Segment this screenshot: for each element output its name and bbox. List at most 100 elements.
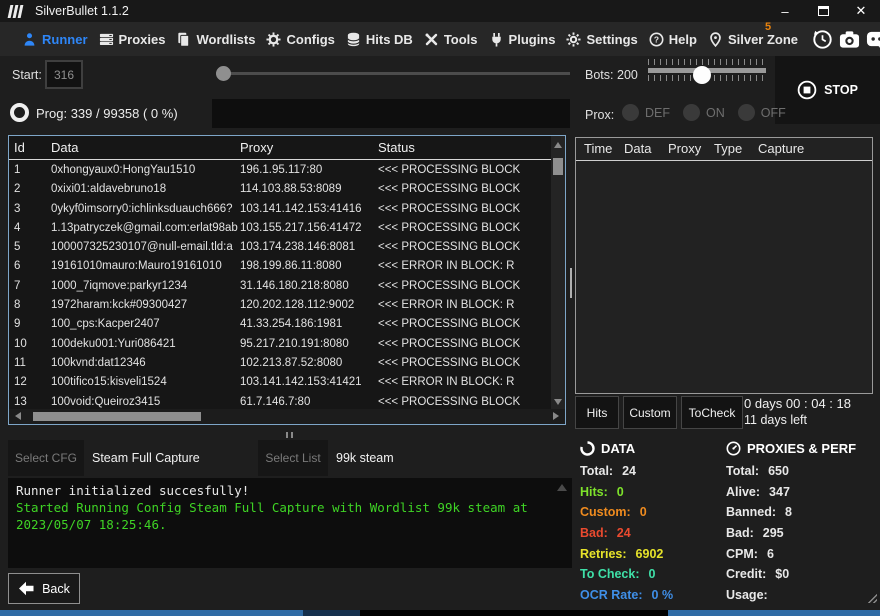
- hits-column-capture[interactable]: Capture: [758, 141, 804, 156]
- table-row[interactable]: 30ykyf0imsorry0:ichlinksduauch666?103.14…: [9, 200, 551, 219]
- radio-dot-icon: [683, 104, 700, 121]
- cell-data: 0ykyf0imsorry0:ichlinksduauch666?: [51, 200, 238, 219]
- history-icon[interactable]: [812, 29, 833, 50]
- cell-proxy: 103.141.142.153:41416: [240, 200, 376, 219]
- table-row[interactable]: 9100_cps:Kacper240741.33.254.186:1981<<<…: [9, 315, 551, 334]
- scroll-right-icon[interactable]: [553, 412, 559, 420]
- stat-label: CPM:: [726, 547, 758, 561]
- nav-item-tools[interactable]: Tools: [424, 32, 478, 47]
- column-header-proxy[interactable]: Proxy: [240, 140, 273, 155]
- horizontal-scroll-thumb[interactable]: [33, 412, 201, 421]
- vertical-scroll-thumb[interactable]: [553, 158, 563, 175]
- table-row[interactable]: 10xhongyaux0:HongYau1510196.1.95.117:80<…: [9, 161, 551, 180]
- scroll-down-icon[interactable]: [554, 399, 562, 405]
- radio-dot-icon: [738, 104, 755, 121]
- tab-tocheck[interactable]: ToCheck: [681, 396, 743, 429]
- start-input[interactable]: [45, 60, 83, 89]
- nav-item-runner[interactable]: Runner: [22, 32, 88, 47]
- stat-row: To Check:0: [580, 564, 722, 585]
- table-row[interactable]: 619161010mauro:Mauro19161010198.199.86.1…: [9, 257, 551, 276]
- stat-value: 295: [763, 526, 784, 540]
- prox-radio-def[interactable]: DEF: [622, 104, 670, 121]
- progress-text: Prog: 339 / 99358 ( 0 %): [36, 106, 178, 121]
- cell-data: 100007325230107@null-email.tld:a: [51, 238, 238, 257]
- hits-column-time[interactable]: Time: [584, 141, 612, 156]
- table-row[interactable]: 5100007325230107@null-email.tld:a103.174…: [9, 238, 551, 257]
- scroll-left-icon[interactable]: [15, 412, 21, 420]
- close-button[interactable]: ✕: [842, 0, 880, 22]
- back-button[interactable]: Back: [8, 573, 80, 604]
- table-row[interactable]: 41.13patryczek@gmail.com:erlat98ab103.15…: [9, 219, 551, 238]
- nav-item-settings[interactable]: Settings: [566, 32, 637, 47]
- cell-status: <<< PROCESSING BLOCK: [378, 200, 551, 219]
- proxies-perf-section: PROXIES & PERF Total:650Alive:347Banned:…: [726, 441, 878, 605]
- stat-value: 0: [617, 485, 624, 499]
- nav-item-wordlists[interactable]: Wordlists: [176, 32, 255, 47]
- log-output[interactable]: Runner initialized succesfully!Started R…: [8, 478, 572, 568]
- splitter-grip-icon[interactable]: [286, 432, 293, 438]
- cell-id: 4: [14, 219, 20, 238]
- stat-value: 650: [768, 464, 789, 478]
- table-row[interactable]: 10100deku001:Yuri08642195.217.210.191:80…: [9, 335, 551, 354]
- cell-id: 12: [14, 373, 27, 392]
- cell-status: <<< PROCESSING BLOCK: [378, 238, 551, 257]
- cell-id: 9: [14, 315, 20, 334]
- prox-radio-off[interactable]: OFF: [738, 104, 786, 121]
- select-list-button[interactable]: Select List: [258, 440, 328, 476]
- select-cfg-button[interactable]: Select CFG: [8, 440, 84, 476]
- tab-hits[interactable]: Hits: [575, 396, 619, 429]
- stat-row: Retries:6902: [580, 543, 722, 564]
- cell-id: 1: [14, 161, 20, 180]
- stat-label: Hits:: [580, 485, 608, 499]
- minimize-button[interactable]: –: [766, 0, 804, 22]
- prox-radio-on[interactable]: ON: [683, 104, 725, 121]
- scroll-up-icon[interactable]: [554, 142, 562, 148]
- progress-bar: [212, 99, 570, 128]
- nav-item-help[interactable]: ? Help: [649, 32, 697, 47]
- camera-icon[interactable]: [839, 29, 860, 50]
- results-rows: 10xhongyaux0:HongYau1510196.1.95.117:80<…: [9, 161, 551, 409]
- nav-item-hits-db[interactable]: Hits DB: [346, 32, 413, 47]
- discord-icon[interactable]: [866, 29, 880, 50]
- table-row[interactable]: 13100void:Queiroz341561.7.146.7:80<<< PR…: [9, 393, 551, 409]
- stop-button[interactable]: STOP: [797, 80, 858, 100]
- bots-slider-handle[interactable]: [693, 66, 711, 84]
- hits-column-type[interactable]: Type: [714, 141, 742, 156]
- stop-panel: STOP: [775, 56, 880, 124]
- start-slider-handle[interactable]: [216, 66, 231, 81]
- tab-custom[interactable]: Custom: [623, 396, 677, 429]
- bots-slider[interactable]: [648, 59, 766, 91]
- start-slider[interactable]: [216, 66, 570, 81]
- column-header-id[interactable]: Id: [14, 140, 25, 155]
- hits-column-data[interactable]: Data: [624, 141, 651, 156]
- table-row[interactable]: 11100kvnd:dat12346102.213.87.52:8080<<< …: [9, 354, 551, 373]
- maximize-button[interactable]: [804, 0, 842, 22]
- help-icon: ?: [649, 32, 664, 47]
- table-row[interactable]: 20xixi01:aldavebruno18114.103.88.53:8089…: [9, 180, 551, 199]
- prox-radio-group: DEF ON OFF: [622, 104, 786, 121]
- stat-row: Total:650: [726, 461, 878, 482]
- table-row[interactable]: 81972haram:kck#09300427120.202.128.112:9…: [9, 296, 551, 315]
- nav-item-configs[interactable]: Configs: [266, 32, 334, 47]
- stat-row: Custom:0: [580, 502, 722, 523]
- cell-id: 13: [14, 393, 27, 409]
- stat-row: Bad:24: [580, 523, 722, 544]
- table-row[interactable]: 12100tifico15:kisveli1524103.141.142.153…: [9, 373, 551, 392]
- column-header-status[interactable]: Status: [378, 140, 415, 155]
- column-header-data[interactable]: Data: [51, 140, 78, 155]
- vertical-scrollbar[interactable]: [551, 136, 565, 409]
- table-row[interactable]: 71000_7iqmove:parkyr123431.146.180.218:8…: [9, 277, 551, 296]
- horizontal-scrollbar[interactable]: [9, 409, 565, 424]
- panel-splitter-handle[interactable]: [570, 268, 572, 298]
- nav-icon-buttons: [812, 29, 880, 50]
- cell-data: 100kvnd:dat12346: [51, 354, 238, 373]
- nav-item-proxies[interactable]: Proxies: [99, 32, 166, 47]
- cell-proxy: 41.33.254.186:1981: [240, 315, 376, 334]
- hits-column-proxy[interactable]: Proxy: [668, 141, 701, 156]
- cell-proxy: 95.217.210.191:8080: [240, 335, 376, 354]
- cell-proxy: 103.155.217.156:41472: [240, 219, 376, 238]
- start-slider-track[interactable]: [216, 72, 570, 75]
- log-scroll-up-icon[interactable]: [557, 484, 567, 491]
- nav-item-silver-zone[interactable]: 5 Silver Zone: [708, 32, 798, 47]
- nav-item-plugins[interactable]: Plugins: [489, 32, 556, 47]
